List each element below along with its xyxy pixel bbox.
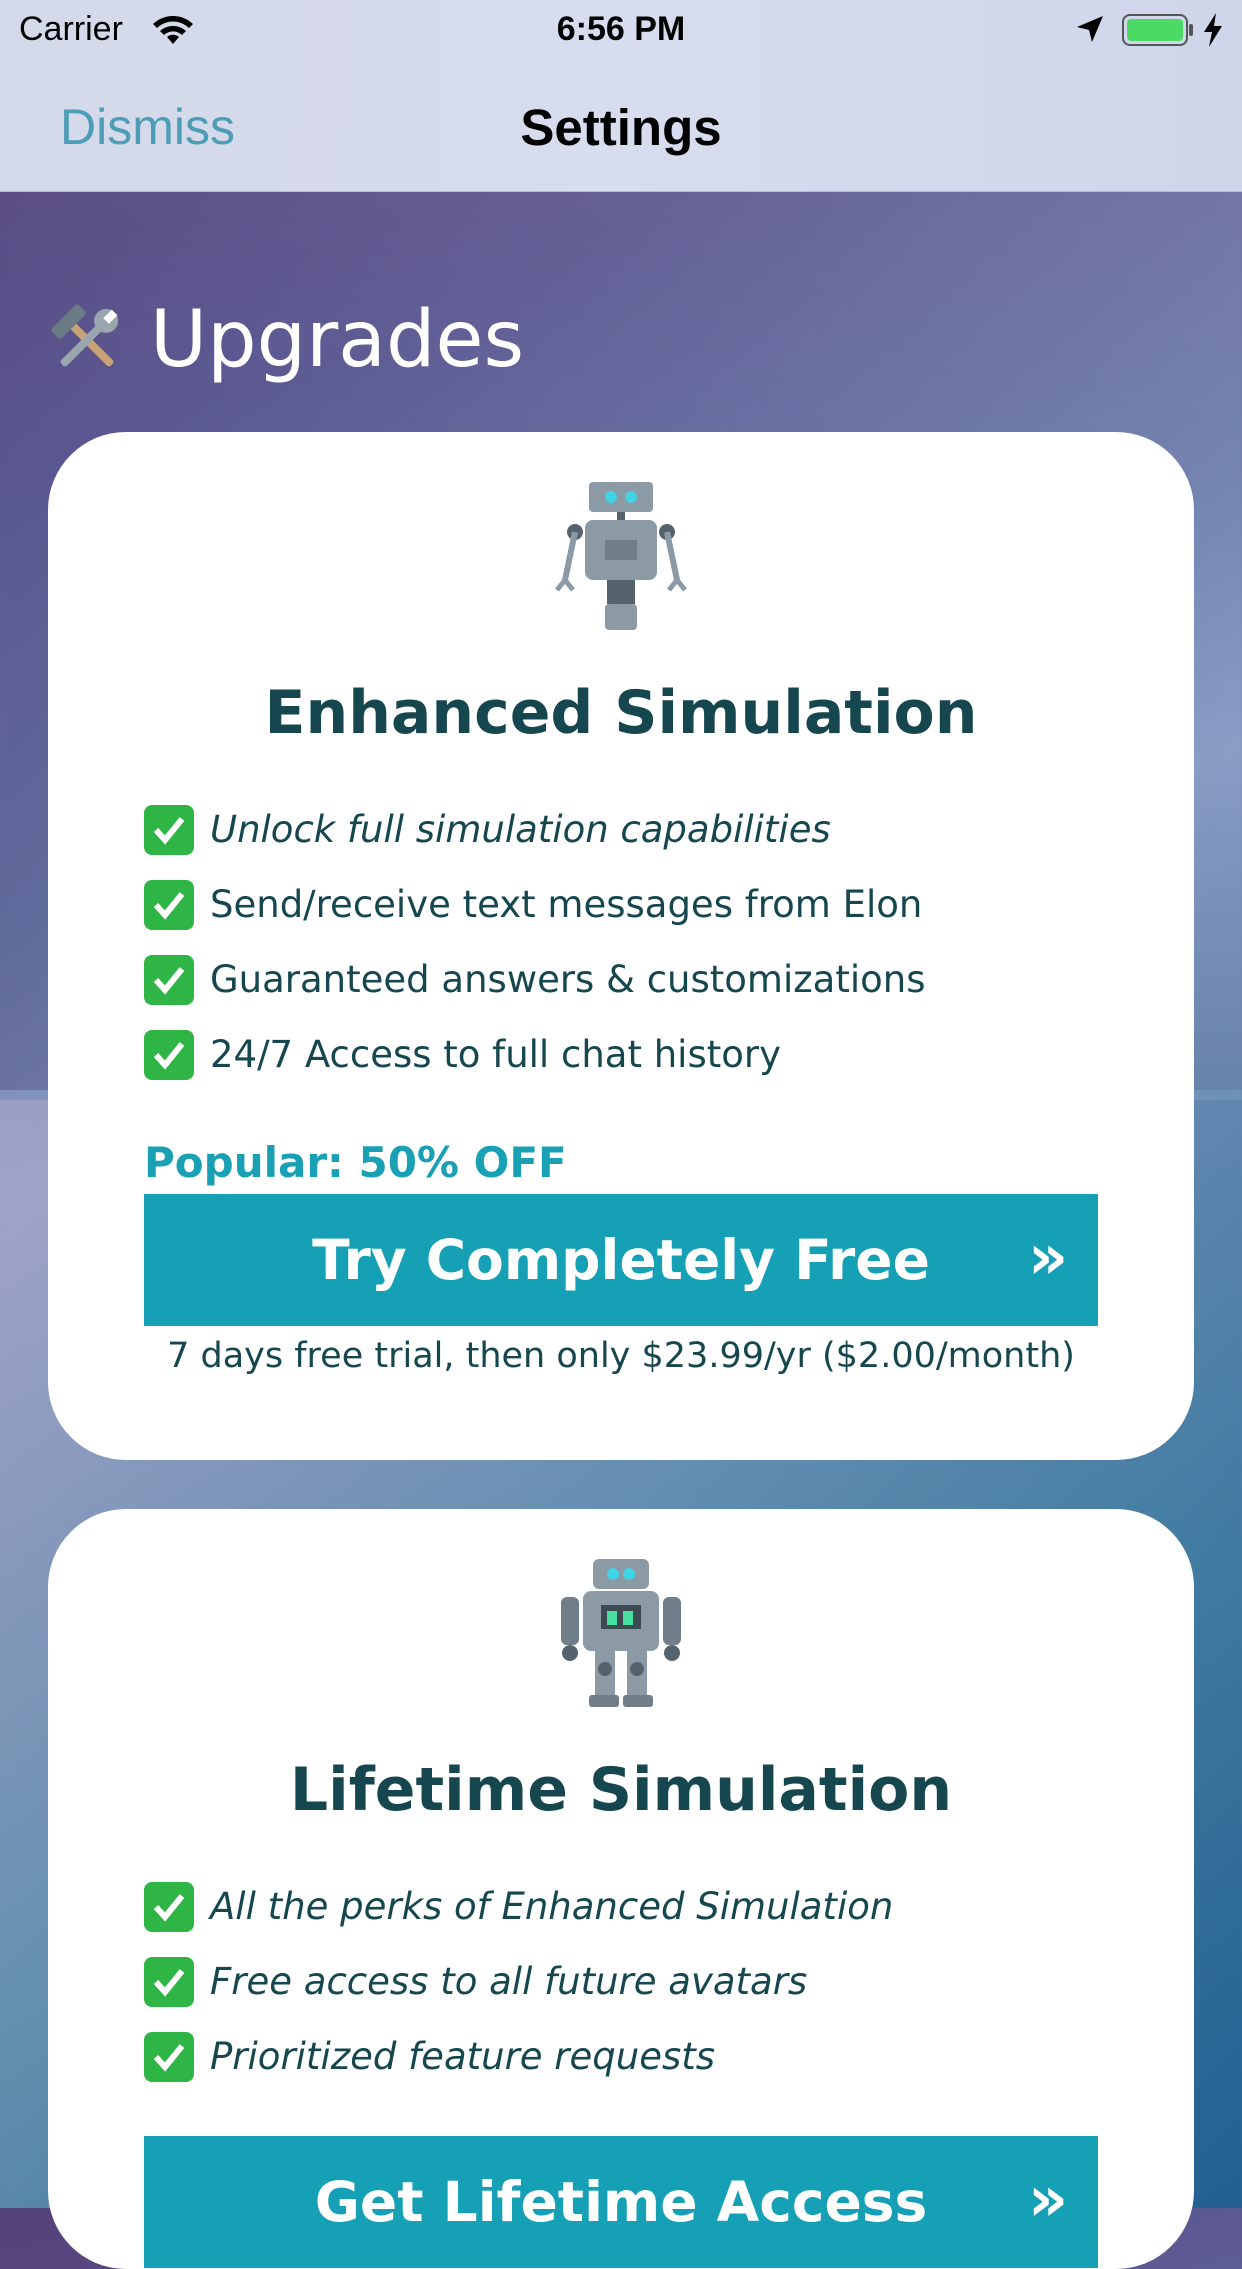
feature-item: Guaranteed answers & customizations bbox=[144, 942, 1154, 1017]
battery-icon bbox=[1122, 14, 1193, 46]
charging-bolt-icon bbox=[1204, 13, 1222, 47]
page-title: Settings bbox=[520, 99, 722, 156]
feature-item: Unlock full simulation capabilities bbox=[144, 792, 1154, 867]
enhanced-simulation-card: Enhanced Simulation Unlock full simulati… bbox=[48, 432, 1194, 1460]
status-bar: Carrier 6:56 PM bbox=[0, 0, 1242, 62]
feature-text: Send/receive text messages from Elon bbox=[210, 883, 923, 926]
checkmark-icon bbox=[144, 879, 194, 930]
feature-item: Send/receive text messages from Elon bbox=[144, 867, 1154, 942]
trial-note: 7 days free trial, then only $23.99/yr (… bbox=[167, 1336, 1075, 1376]
hammer-and-wrench-icon bbox=[51, 304, 119, 367]
checkmark-icon bbox=[144, 2031, 194, 2082]
card-title: Lifetime Simulation bbox=[289, 1755, 953, 1825]
feature-item: Prioritized feature requests bbox=[144, 2019, 1154, 2094]
feature-text: All the perks of Enhanced Simulation bbox=[210, 1885, 894, 1928]
status-time: 6:56 PM bbox=[556, 10, 686, 48]
lifetime-simulation-card: Lifetime Simulation All the perks of Enh… bbox=[48, 1509, 1194, 2269]
robot-icon bbox=[561, 1559, 681, 1707]
try-free-button[interactable]: Try Completely Free » bbox=[144, 1194, 1098, 1326]
navigation-bar: Dismiss Settings bbox=[0, 62, 1242, 190]
feature-item: 24/7 Access to full chat history bbox=[144, 1017, 1154, 1092]
feature-text: Guaranteed answers & customizations bbox=[210, 958, 926, 1001]
location-arrow-icon bbox=[1077, 16, 1103, 42]
feature-item: Free access to all future avatars bbox=[144, 1944, 1154, 2019]
feature-list: Unlock full simulation capabilities Send… bbox=[144, 792, 1154, 1092]
lifetime-access-button[interactable]: Get Lifetime Access » bbox=[144, 2136, 1098, 2268]
checkmark-icon bbox=[144, 804, 194, 855]
card-title: Enhanced Simulation bbox=[264, 678, 978, 748]
checkmark-icon bbox=[144, 1881, 194, 1932]
chevron-right-icon: » bbox=[1027, 1220, 1068, 1293]
checkmark-icon bbox=[144, 954, 194, 1005]
checkmark-icon bbox=[144, 1956, 194, 2007]
top-bar: Carrier 6:56 PM Dismiss Settings bbox=[0, 0, 1242, 192]
feature-text: Unlock full simulation capabilities bbox=[210, 808, 831, 851]
feature-text: Free access to all future avatars bbox=[210, 1960, 808, 2003]
feature-text: Prioritized feature requests bbox=[210, 2035, 716, 2078]
robot-icon bbox=[555, 482, 687, 630]
cta-label: Get Lifetime Access bbox=[314, 2170, 928, 2234]
feature-list: All the perks of Enhanced Simulation Fre… bbox=[144, 1869, 1154, 2094]
section-title: Upgrades bbox=[150, 295, 525, 385]
checkmark-icon bbox=[144, 1029, 194, 1080]
discount-badge: Popular: 50% OFF bbox=[144, 1138, 567, 1187]
cta-label: Try Completely Free bbox=[312, 1228, 930, 1292]
section-heading: Upgrades bbox=[46, 290, 524, 390]
feature-text: 24/7 Access to full chat history bbox=[210, 1033, 781, 1076]
chevron-right-icon: » bbox=[1027, 2162, 1068, 2235]
feature-item: All the perks of Enhanced Simulation bbox=[144, 1869, 1154, 1944]
